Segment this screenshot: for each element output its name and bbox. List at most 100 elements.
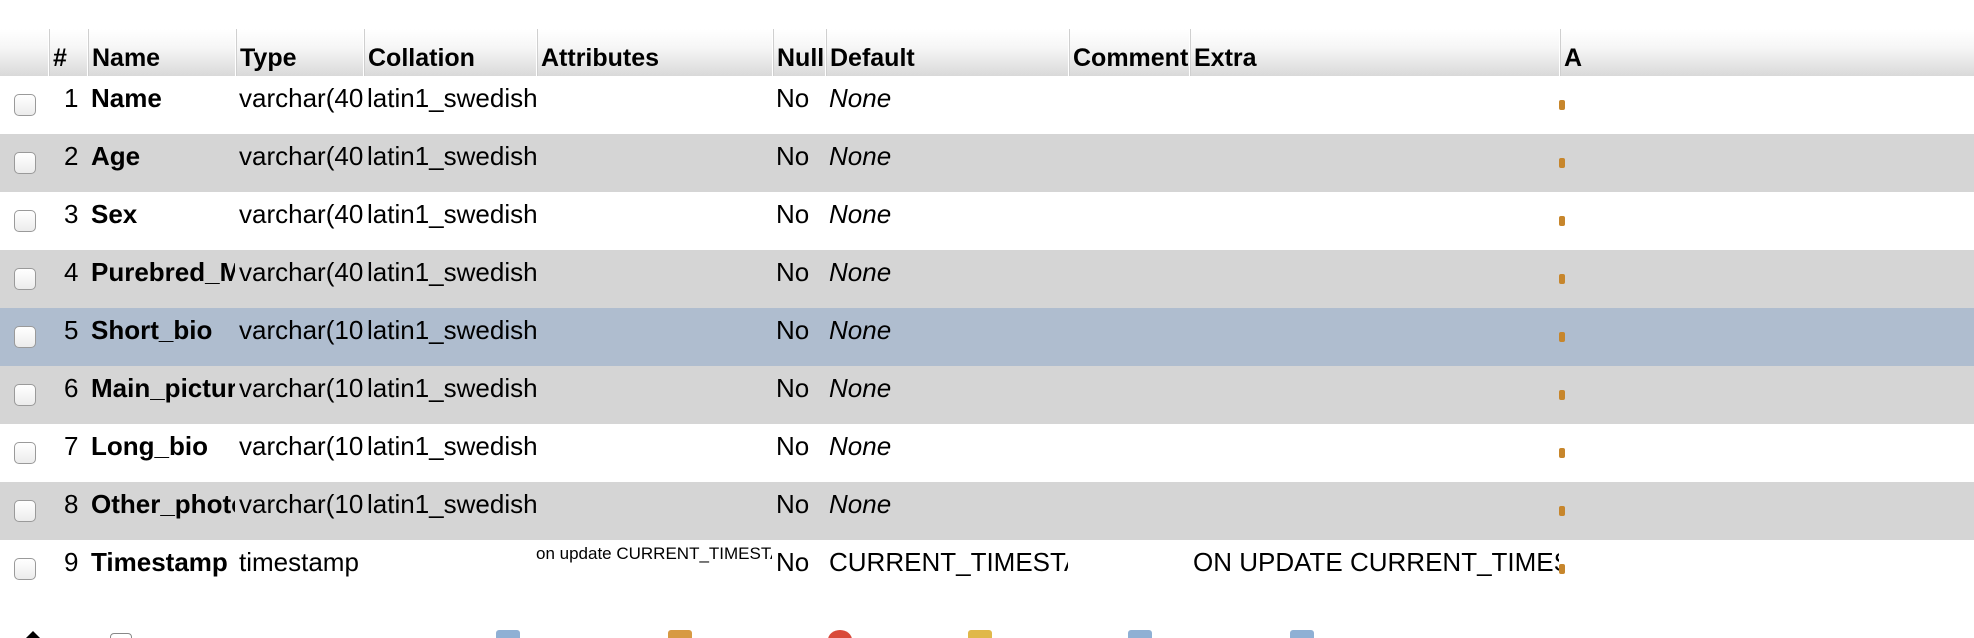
cell-action bbox=[1559, 540, 1974, 598]
row-checkbox[interactable] bbox=[14, 558, 36, 580]
header-num[interactable]: # bbox=[48, 29, 87, 76]
cell-default: None bbox=[825, 308, 1068, 366]
cell-name: Name bbox=[91, 83, 162, 113]
arrow-up-icon bbox=[24, 631, 42, 638]
cell-num: 3 bbox=[64, 199, 79, 229]
index-icon[interactable] bbox=[1290, 630, 1314, 638]
pencil-icon[interactable] bbox=[1559, 100, 1565, 110]
cell-attributes bbox=[536, 424, 772, 482]
header-type[interactable]: Type bbox=[235, 29, 363, 76]
cell-comments bbox=[1068, 134, 1189, 192]
row-checkbox[interactable] bbox=[14, 384, 36, 406]
cell-attributes bbox=[536, 192, 772, 250]
table-row[interactable]: 7 Long_bio varchar(100)latin1_swedish_ci No… bbox=[0, 424, 1974, 482]
default-value: CURRENT_TIMESTAMP bbox=[829, 547, 1068, 577]
cell-action bbox=[1559, 250, 1974, 308]
structure-table: # Name Type Collation Attributes Null De… bbox=[0, 29, 1974, 598]
cell-null: No bbox=[776, 83, 810, 113]
cell-name: Long_bio bbox=[91, 431, 208, 461]
cell-action bbox=[1559, 366, 1974, 424]
cell-null: No bbox=[776, 547, 810, 577]
pencil-icon[interactable] bbox=[1559, 158, 1565, 168]
table-row[interactable]: 4 Purebred_Mixvarchar(40)latin1_swedish_c… bbox=[0, 250, 1974, 308]
drop-icon[interactable] bbox=[828, 630, 852, 638]
row-checkbox[interactable] bbox=[14, 500, 36, 522]
row-checkbox[interactable] bbox=[14, 268, 36, 290]
row-checkbox-cell bbox=[0, 424, 48, 482]
unique-icon[interactable] bbox=[1128, 630, 1152, 638]
pencil-icon[interactable] bbox=[1559, 564, 1565, 574]
cell-extra bbox=[1189, 76, 1559, 134]
table-row[interactable]: 1 Name varchar(40)latin1_swedish_ci No None bbox=[0, 76, 1974, 134]
cell-default: None bbox=[825, 482, 1068, 540]
cell-null: No bbox=[776, 373, 810, 403]
bottom-toolbar bbox=[0, 619, 1974, 638]
cell-extra bbox=[1189, 308, 1559, 366]
cell-type: varchar(100) bbox=[239, 315, 363, 345]
pencil-icon[interactable] bbox=[1559, 390, 1565, 400]
cell-name: Purebred_Mix bbox=[91, 257, 235, 287]
change-icon[interactable] bbox=[668, 630, 692, 638]
table-row[interactable]: 2 Age varchar(40)latin1_swedish_ci No None bbox=[0, 134, 1974, 192]
header-comments[interactable]: Comments bbox=[1068, 29, 1189, 76]
browse-icon[interactable] bbox=[496, 630, 520, 638]
cell-attributes bbox=[536, 308, 772, 366]
header-null[interactable]: Null bbox=[772, 29, 825, 76]
table-row[interactable]: 6 Main_picturevarchar(100)latin1_swedish_… bbox=[0, 366, 1974, 424]
cell-action bbox=[1559, 192, 1974, 250]
pencil-icon[interactable] bbox=[1559, 448, 1565, 458]
cell-comments bbox=[1068, 308, 1189, 366]
cell-num: 5 bbox=[64, 315, 79, 345]
cell-num: 2 bbox=[64, 141, 79, 171]
cell-action bbox=[1559, 76, 1974, 134]
cell-collation: latin1_swedish_ci bbox=[367, 83, 536, 113]
header-name[interactable]: Name bbox=[87, 29, 235, 76]
cell-collation: latin1_swedish_ci bbox=[367, 373, 536, 403]
header-attributes[interactable]: Attributes bbox=[536, 29, 772, 76]
cell-null: No bbox=[776, 315, 810, 345]
cell-action bbox=[1559, 308, 1974, 366]
cell-extra bbox=[1189, 366, 1559, 424]
cell-extra bbox=[1189, 192, 1559, 250]
check-all-checkbox[interactable] bbox=[110, 633, 132, 638]
pencil-icon[interactable] bbox=[1559, 274, 1565, 284]
pencil-icon[interactable] bbox=[1559, 216, 1565, 226]
row-checkbox[interactable] bbox=[14, 326, 36, 348]
cell-attributes bbox=[536, 76, 772, 134]
cell-null: No bbox=[776, 141, 810, 171]
cell-name: Age bbox=[91, 141, 141, 171]
cell-extra bbox=[1189, 134, 1559, 192]
pencil-icon[interactable] bbox=[1559, 506, 1565, 516]
cell-num: 8 bbox=[64, 489, 79, 519]
cell-collation: latin1_swedish_ci bbox=[367, 141, 536, 171]
cell-type: varchar(100) bbox=[239, 431, 363, 461]
row-checkbox-cell bbox=[0, 308, 48, 366]
cell-comments bbox=[1068, 250, 1189, 308]
default-value: None bbox=[829, 489, 892, 519]
default-value: None bbox=[829, 257, 892, 287]
cell-num: 6 bbox=[64, 373, 79, 403]
table-row[interactable]: 8 Other_photosvarchar(100)latin1_swedish_… bbox=[0, 482, 1974, 540]
row-checkbox[interactable] bbox=[14, 94, 36, 116]
header-default[interactable]: Default bbox=[825, 29, 1068, 76]
row-checkbox[interactable] bbox=[14, 210, 36, 232]
cell-collation: latin1_swedish_ci bbox=[367, 315, 536, 345]
row-checkbox[interactable] bbox=[14, 152, 36, 174]
table-row[interactable]: 5 Short_bio varchar(100)latin1_swedish_ci N… bbox=[0, 308, 1974, 366]
table-row[interactable]: 3 Sex varchar(40)latin1_swedish_ci No None bbox=[0, 192, 1974, 250]
cell-default: CURRENT_TIMESTAMP bbox=[825, 540, 1068, 598]
row-checkbox[interactable] bbox=[14, 442, 36, 464]
cell-attributes bbox=[536, 482, 772, 540]
table-row[interactable]: 9 Timestamp timestamp on update CURRENT_TIM… bbox=[0, 540, 1974, 598]
cell-type: varchar(40) bbox=[239, 257, 363, 287]
cell-collation: latin1_swedish_ci bbox=[367, 257, 536, 287]
cell-attributes bbox=[536, 134, 772, 192]
header-collation[interactable]: Collation bbox=[363, 29, 536, 76]
cell-num: 4 bbox=[64, 257, 79, 287]
header-action[interactable]: A bbox=[1559, 29, 1974, 76]
header-extra[interactable]: Extra bbox=[1189, 29, 1559, 76]
pencil-icon[interactable] bbox=[1559, 332, 1565, 342]
cell-comments bbox=[1068, 424, 1189, 482]
header-checkbox-cell bbox=[0, 29, 48, 76]
primary-key-icon[interactable] bbox=[968, 630, 992, 638]
